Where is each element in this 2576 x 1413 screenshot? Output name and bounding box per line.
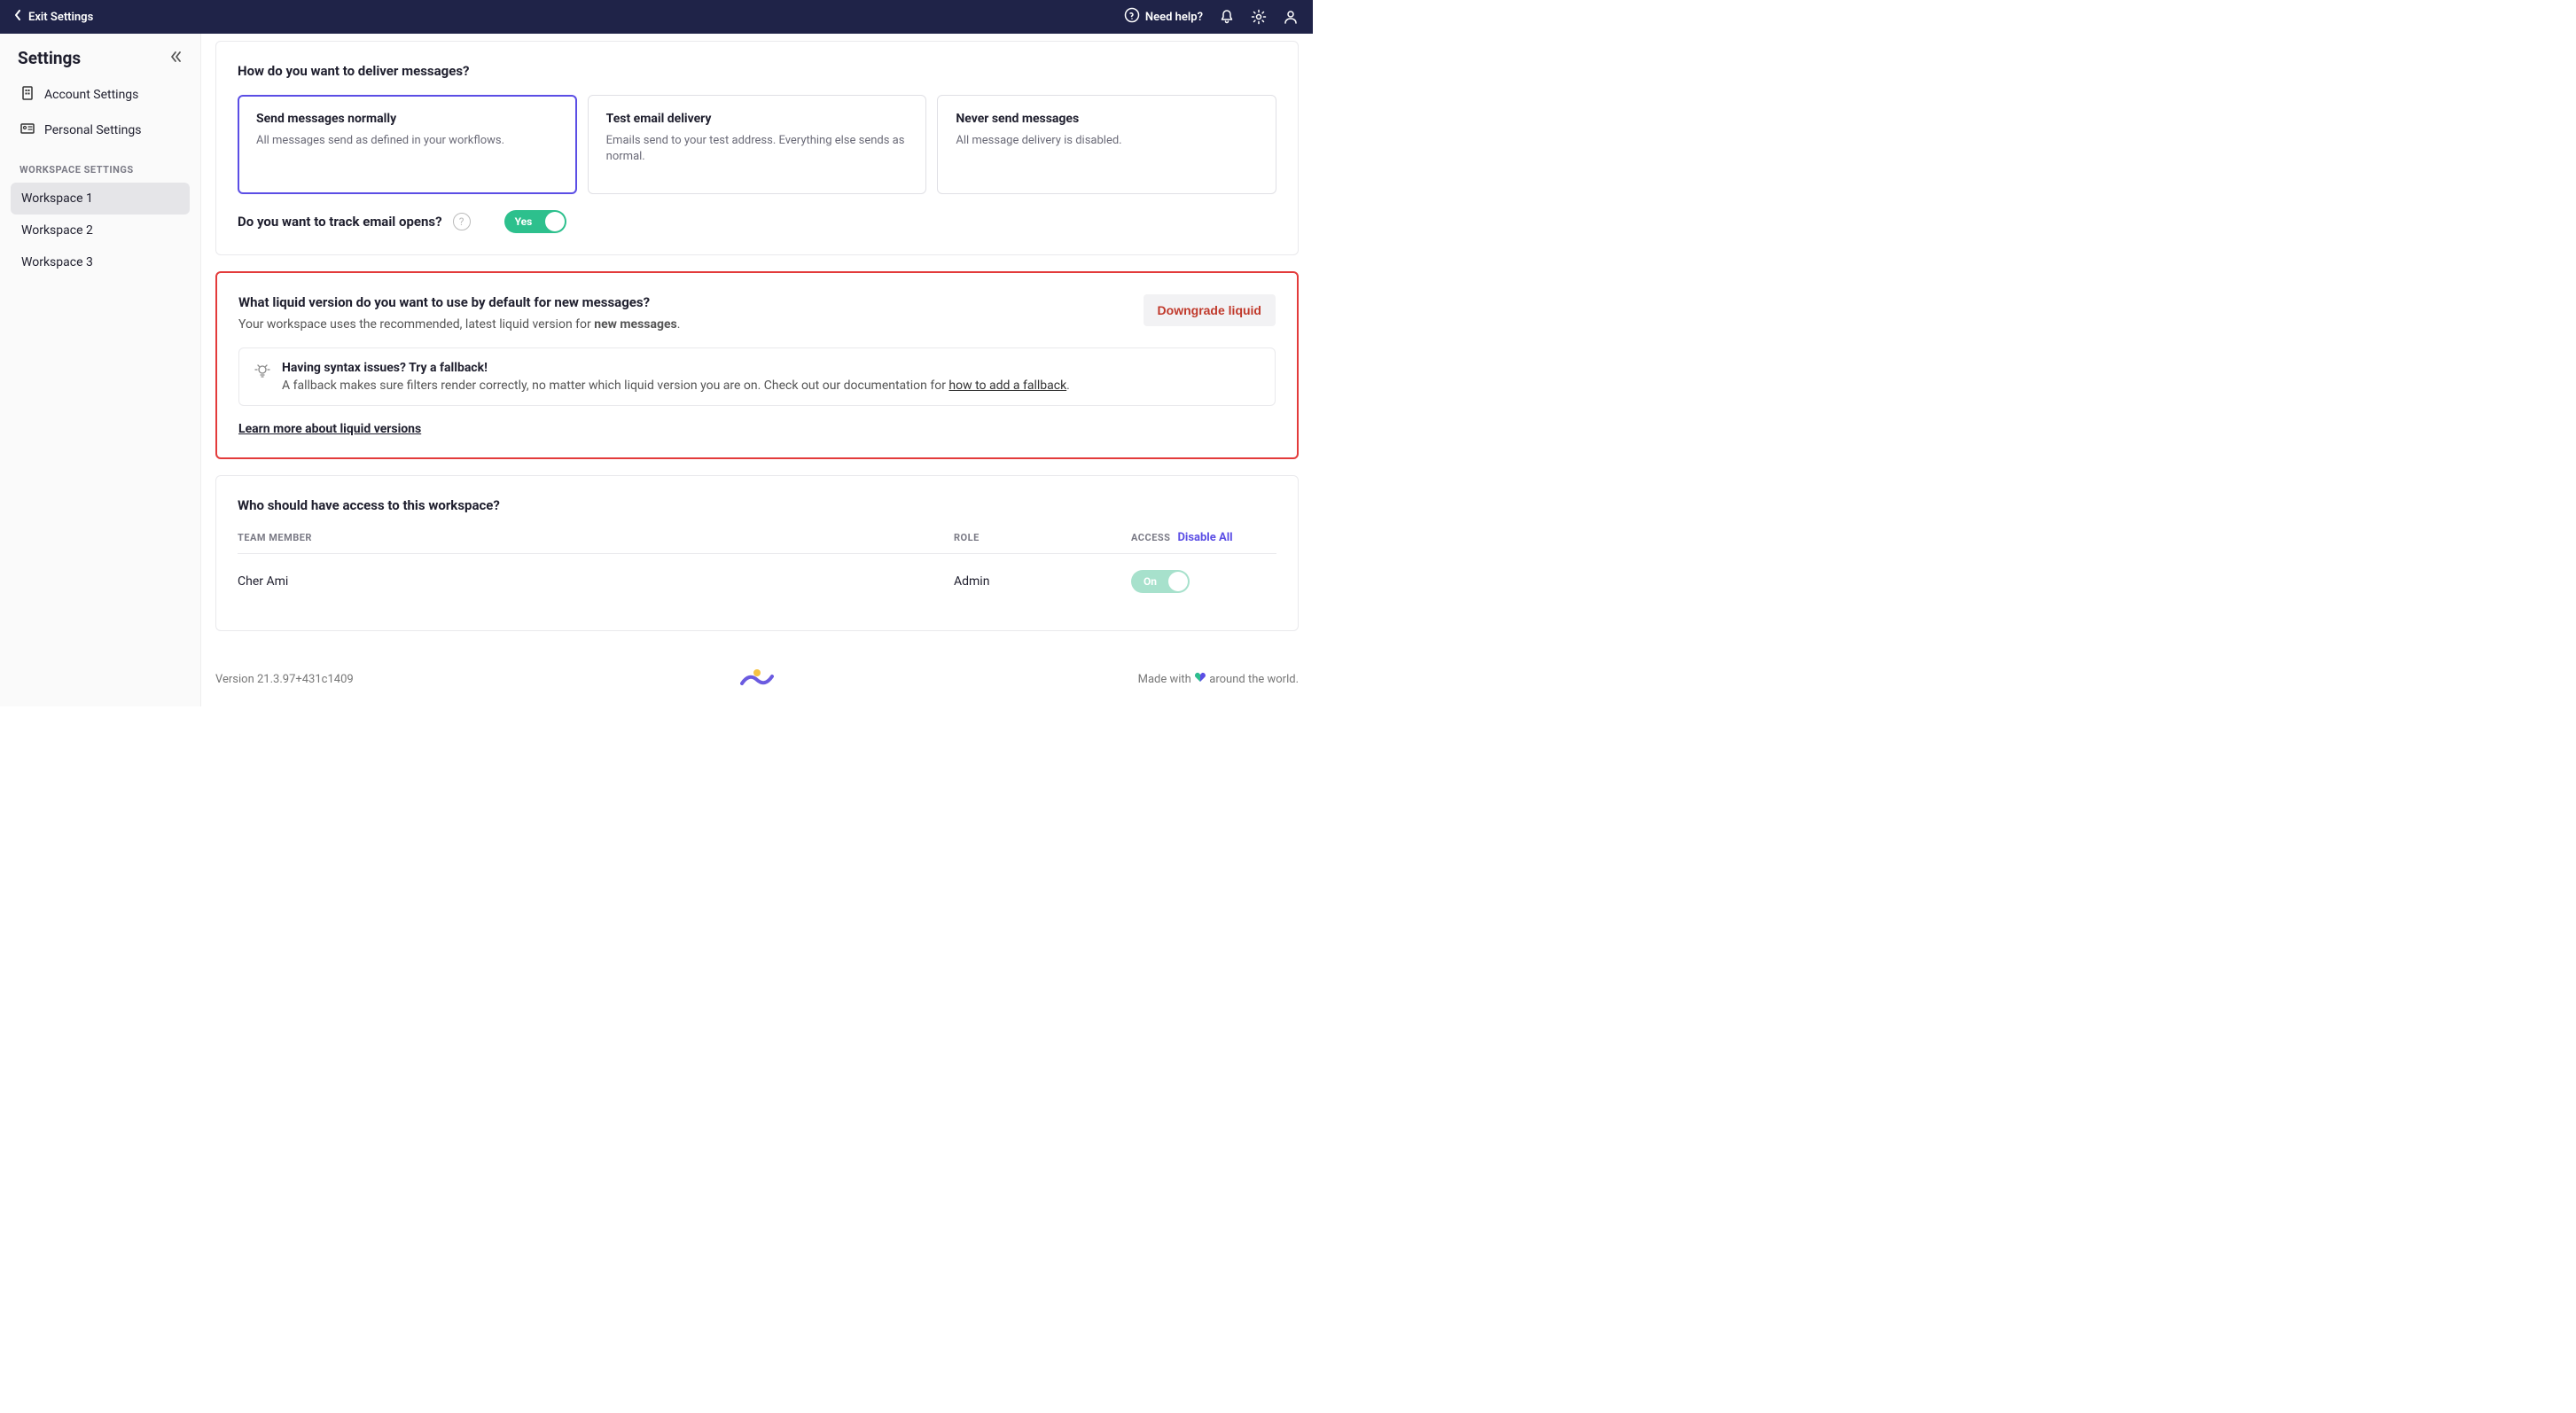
delivery-title: How do you want to deliver messages? xyxy=(238,63,1276,79)
workspace-section-label: WORKSPACE SETTINGS xyxy=(11,148,190,183)
disable-all-link[interactable]: Disable All xyxy=(1177,531,1232,544)
workspace-item-3[interactable]: Workspace 3 xyxy=(11,246,190,278)
fallback-doc-link[interactable]: how to add a fallback xyxy=(948,379,1066,393)
gear-icon[interactable] xyxy=(1251,9,1267,25)
nav-label: Personal Settings xyxy=(44,123,141,137)
footer: Version 21.3.97+431c1409 Made with aroun… xyxy=(215,647,1299,693)
toggle-label: On xyxy=(1131,575,1157,588)
topbar: Exit Settings Need help? xyxy=(0,0,1313,34)
member-name: Cher Ami xyxy=(238,574,954,589)
access-title: Who should have access to this workspace… xyxy=(238,497,1276,513)
sidebar: Settings Account Settings Personal Setti… xyxy=(0,34,201,706)
exit-label: Exit Settings xyxy=(28,11,93,24)
downgrade-liquid-button[interactable]: Downgrade liquid xyxy=(1144,294,1276,326)
help-label: Need help? xyxy=(1145,11,1203,24)
version-text: Version 21.3.97+431c1409 xyxy=(215,673,354,686)
liquid-title: What liquid version do you want to use b… xyxy=(238,294,680,310)
delivery-card: How do you want to deliver messages? Sen… xyxy=(215,41,1299,255)
member-access-toggle[interactable]: On xyxy=(1131,570,1190,593)
brand-logo xyxy=(740,667,774,691)
option-send-normally[interactable]: Send messages normally All messages send… xyxy=(238,95,577,194)
option-title: Send messages normally xyxy=(256,112,558,126)
toggle-knob xyxy=(545,212,565,231)
building-icon xyxy=(20,85,35,105)
workspace-item-2[interactable]: Workspace 2 xyxy=(11,215,190,246)
workspace-item-1[interactable]: Workspace 1 xyxy=(11,183,190,215)
made-with-text: Made with around the world. xyxy=(1138,672,1299,686)
help-icon xyxy=(1124,7,1140,27)
col-access: ACCESS xyxy=(1131,532,1170,543)
sidebar-title: Settings xyxy=(18,48,81,68)
info-desc: A fallback makes sure filters render cor… xyxy=(282,379,1070,393)
col-team-member: TEAM MEMBER xyxy=(238,532,954,543)
option-title: Never send messages xyxy=(956,112,1258,126)
id-card-icon xyxy=(20,121,35,140)
fallback-info-box: Having syntax issues? Try a fallback! A … xyxy=(238,347,1276,406)
col-role: ROLE xyxy=(954,532,1131,543)
info-title: Having syntax issues? Try a fallback! xyxy=(282,361,1070,375)
table-row: Cher Ami Admin On xyxy=(238,554,1276,609)
nav-account-settings[interactable]: Account Settings xyxy=(11,77,190,113)
track-help-icon[interactable]: ? xyxy=(453,213,471,230)
option-desc: All message delivery is disabled. xyxy=(956,133,1258,149)
lightbulb-icon xyxy=(254,363,271,393)
option-title: Test email delivery xyxy=(606,112,909,126)
user-icon[interactable] xyxy=(1283,9,1299,25)
option-desc: Emails send to your test address. Everyt… xyxy=(606,133,909,165)
main-content: How do you want to deliver messages? Sen… xyxy=(201,34,1313,706)
chevron-left-icon xyxy=(14,10,21,24)
member-role: Admin xyxy=(954,574,1131,589)
access-card: Who should have access to this workspace… xyxy=(215,475,1299,631)
notifications-icon[interactable] xyxy=(1219,9,1235,25)
track-opens-toggle[interactable]: Yes xyxy=(504,210,566,233)
need-help-link[interactable]: Need help? xyxy=(1124,7,1203,27)
option-desc: All messages send as defined in your wor… xyxy=(256,133,558,149)
option-never-send[interactable]: Never send messages All message delivery… xyxy=(937,95,1276,194)
option-test-email[interactable]: Test email delivery Emails send to your … xyxy=(588,95,927,194)
track-opens-label: Do you want to track email opens? xyxy=(238,214,442,230)
nav-personal-settings[interactable]: Personal Settings xyxy=(11,113,190,148)
liquid-subtitle: Your workspace uses the recommended, lat… xyxy=(238,317,680,332)
liquid-card: What liquid version do you want to use b… xyxy=(215,271,1299,459)
collapse-sidebar-icon[interactable] xyxy=(168,50,183,67)
nav-label: Account Settings xyxy=(44,88,138,102)
exit-settings-link[interactable]: Exit Settings xyxy=(14,10,93,24)
heart-icon xyxy=(1194,672,1206,686)
toggle-label: Yes xyxy=(504,215,533,228)
toggle-knob xyxy=(1168,572,1188,591)
learn-liquid-link[interactable]: Learn more about liquid versions xyxy=(238,422,1276,436)
